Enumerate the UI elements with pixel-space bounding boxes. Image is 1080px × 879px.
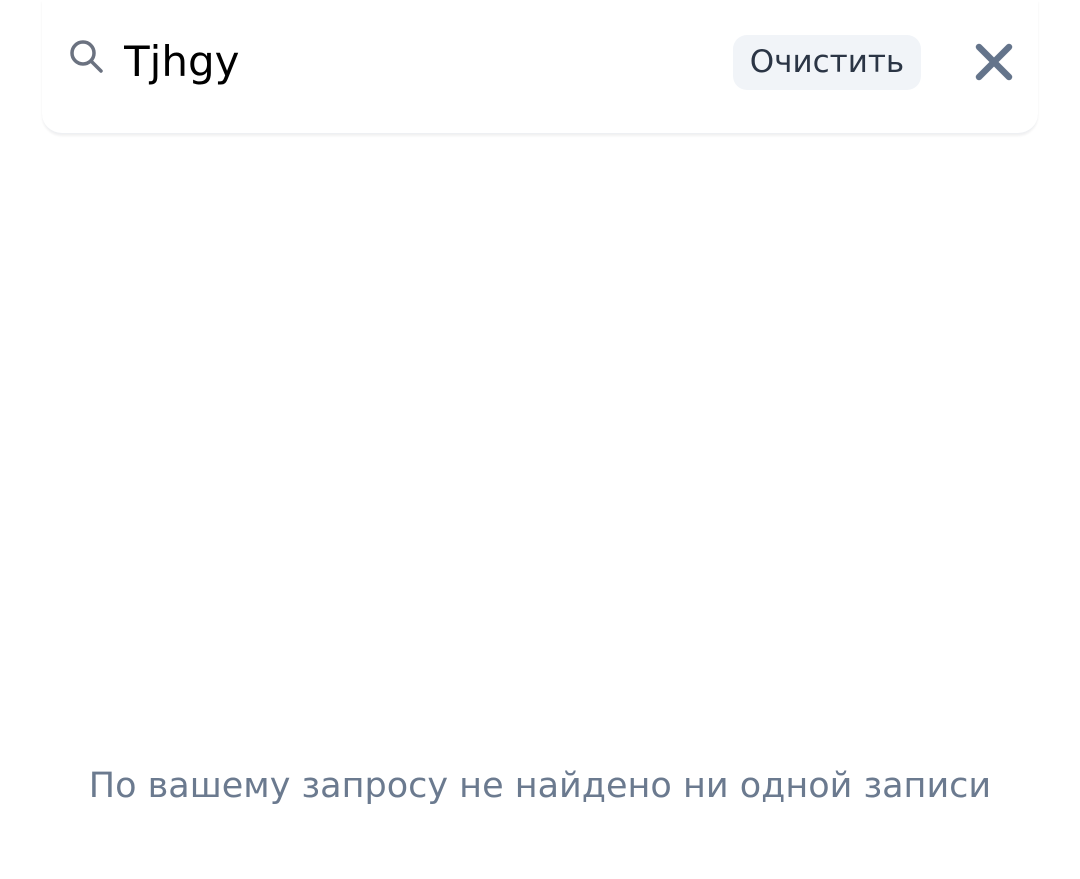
empty-results-message: По вашему запросу не найдено ни одной за… bbox=[88, 766, 992, 806]
search-bar: Очистить bbox=[42, 0, 1038, 134]
search-icon bbox=[70, 40, 103, 73]
search-input[interactable] bbox=[124, 30, 684, 94]
clear-button[interactable]: Очистить bbox=[733, 35, 921, 90]
close-icon[interactable] bbox=[970, 38, 1018, 86]
